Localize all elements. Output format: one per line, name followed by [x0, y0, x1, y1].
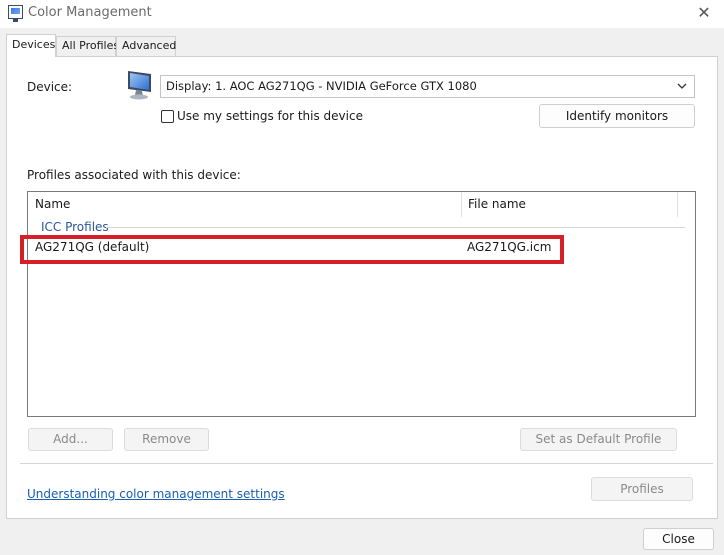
tab-all-profiles[interactable]: All Profiles [56, 36, 119, 56]
profiles-heading: Profiles associated with this device: [27, 168, 241, 182]
tab-advanced[interactable]: Advanced [116, 36, 176, 56]
color-management-icon [8, 5, 23, 22]
column-header-name[interactable]: Name [28, 192, 461, 217]
profiles-list[interactable]: Name File name ICC Profiles AG271QG (def… [27, 191, 696, 417]
close-button[interactable]: Close [643, 528, 714, 550]
add-button[interactable]: Add... [28, 428, 113, 451]
window-title: Color Management [28, 5, 152, 20]
monitor-icon [128, 71, 151, 100]
remove-button[interactable]: Remove [124, 428, 209, 451]
use-my-settings-checkbox[interactable] [161, 110, 174, 123]
device-dropdown-value: Display: 1. AOC AG271QG - NVIDIA GeForce… [166, 79, 477, 93]
group-divider [106, 227, 685, 228]
set-default-profile-button[interactable]: Set as Default Profile [520, 428, 677, 451]
chevron-down-icon [677, 83, 687, 89]
identify-monitors-button[interactable]: Identify monitors [539, 104, 695, 128]
close-window-icon[interactable]: ✕ [694, 3, 714, 23]
group-icc-profiles: ICC Profiles [41, 220, 109, 234]
title-bar: Color Management ✕ [0, 0, 724, 28]
profiles-button[interactable]: Profiles [591, 477, 693, 501]
column-header-file-name[interactable]: File name [461, 192, 677, 217]
device-dropdown[interactable]: Display: 1. AOC AG271QG - NVIDIA GeForce… [160, 75, 695, 98]
help-link[interactable]: Understanding color management settings [27, 487, 285, 501]
section-divider [20, 463, 713, 464]
tab-devices[interactable]: Devices [6, 34, 56, 57]
highlight-annotation [20, 235, 564, 264]
use-my-settings-label: Use my settings for this device [177, 109, 363, 123]
device-label: Device: [27, 80, 73, 94]
